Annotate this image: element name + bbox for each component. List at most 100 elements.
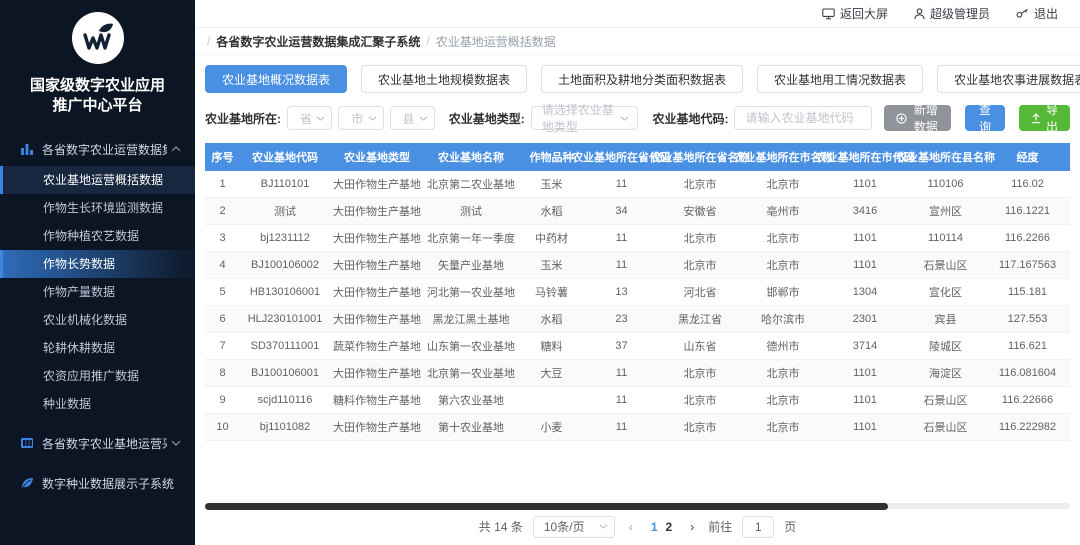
table-cell: 北京市 — [742, 171, 824, 198]
sidebar-item-6[interactable]: 轮耕休耕数据 — [0, 334, 195, 362]
chevron-down-icon — [368, 116, 377, 121]
table-cell: 116.02 — [985, 171, 1070, 198]
table-cell: 23 — [585, 306, 658, 333]
table-cell: 11 — [585, 414, 658, 441]
table-cell: 1101 — [824, 387, 906, 414]
column-header: 农业基地所在市名称 — [742, 143, 824, 171]
table-row[interactable]: 1BJ110101大田作物生产基地北京第二农业基地玉米11北京市北京市11011… — [205, 171, 1070, 198]
query-button[interactable]: 查询 — [965, 105, 1005, 131]
table-cell: BJ110101 — [240, 171, 330, 198]
table-row[interactable]: 8BJ100106001大田作物生产基地北京第一农业基地大豆11北京市北京市11… — [205, 360, 1070, 387]
logout-label: 退出 — [1034, 5, 1058, 22]
logout-link[interactable]: 退出 — [1016, 5, 1058, 22]
sidebar-item-7[interactable]: 农资应用推广数据 — [0, 362, 195, 390]
sidebar-group-collection-subsystem[interactable]: 各省数字农业基地运营采集子系统 — [0, 426, 195, 460]
app-logo — [72, 12, 124, 64]
prev-page-button[interactable]: ‹ — [625, 520, 637, 534]
column-header: 经度 — [985, 143, 1070, 171]
tab-4[interactable]: 农业基地农事进展数据表 — [937, 65, 1080, 93]
column-header: 农业基地所在县名称 — [906, 143, 985, 171]
chevron-down-icon — [599, 524, 608, 529]
table-cell: 大田作物生产基地 — [330, 198, 424, 225]
table-row[interactable]: 6HLJ230101001大田作物生产基地黑龙江黑土基地水稻23黑龙江省哈尔滨市… — [205, 306, 1070, 333]
city-select[interactable]: 市 — [338, 106, 383, 130]
table-cell: 马铃薯 — [518, 279, 585, 306]
next-page-button[interactable]: › — [686, 520, 698, 534]
horizontal-scrollbar-track[interactable] — [205, 503, 1070, 509]
table-row[interactable]: 4BJ100106002大田作物生产基地矢量产业基地玉米11北京市北京市1101… — [205, 252, 1070, 279]
table-row[interactable]: 10bj1101082大田作物生产基地第十农业基地小麦11北京市北京市1101石… — [205, 414, 1070, 441]
column-header: 农业基地所在省名称 — [658, 143, 742, 171]
table-cell: 11 — [585, 225, 658, 252]
sidebar-group-integration-subsystem[interactable]: 各省数字农业运营数据集成汇聚子系统 — [0, 132, 195, 166]
column-header: 农业基地代码 — [240, 143, 330, 171]
goto-suffix: 页 — [784, 518, 796, 535]
province-select[interactable]: 省 — [287, 106, 332, 130]
table-cell: HLJ230101001 — [240, 306, 330, 333]
sidebar-item-5[interactable]: 农业机械化数据 — [0, 306, 195, 334]
chevron-down-icon — [316, 116, 325, 121]
sidebar-item-8[interactable]: 种业数据 — [0, 390, 195, 418]
table-cell: 北京市 — [658, 225, 742, 252]
platform-title-line1: 国家级数字农业应用 — [0, 76, 195, 96]
table-row[interactable]: 7SD370111001蔬菜作物生产基地山东第一农业基地糖料37山东省德州市37… — [205, 333, 1070, 360]
sidebar-item-2[interactable]: 作物种植农艺数据 — [0, 222, 195, 250]
table-cell: 山东第一农业基地 — [424, 333, 518, 360]
city-select-placeholder: 市 — [351, 110, 363, 127]
table-cell: 河北省 — [658, 279, 742, 306]
table-cell: 1101 — [824, 252, 906, 279]
table-row[interactable]: 2测试大田作物生产基地测试水稻34安徽省亳州市3416宣州区116.1221 — [205, 198, 1070, 225]
sidebar-item-4[interactable]: 作物产量数据 — [0, 278, 195, 306]
county-select-placeholder: 县 — [403, 110, 415, 127]
sidebar-item-0[interactable]: 农业基地运营概括数据 — [0, 166, 195, 194]
county-select[interactable]: 县 — [390, 106, 435, 130]
table-cell: 115.181 — [985, 279, 1070, 306]
table-row[interactable]: 9scjd110116糖料作物生产基地第六农业基地11北京市北京市1101石景山… — [205, 387, 1070, 414]
table-cell: 6 — [205, 306, 240, 333]
filter-bar: 农业基地所在: 省 市 县 农业基地类型: 请选择农业基地类型 — [205, 105, 1070, 131]
table-cell: 3714 — [824, 333, 906, 360]
base-code-input[interactable] — [734, 106, 872, 130]
sidebar-item-1[interactable]: 作物生长环境监测数据 — [0, 194, 195, 222]
table-cell: 哈尔滨市 — [742, 306, 824, 333]
table-row[interactable]: 5HB130106001大田作物生产基地河北第一农业基地马铃薯13河北省邯郸市1… — [205, 279, 1070, 306]
table-row[interactable]: 3bj1231112大田作物生产基地北京第一年一季度中药材11北京市北京市110… — [205, 225, 1070, 252]
tab-2[interactable]: 土地面积及耕地分类面积数据表 — [541, 65, 743, 93]
page-size-value: 10条/页 — [544, 518, 585, 535]
horizontal-scrollbar-thumb[interactable] — [205, 503, 888, 510]
sidebar-item-3[interactable]: 作物长势数据 — [0, 250, 195, 278]
table-cell: 北京市 — [742, 414, 824, 441]
page-number-1[interactable]: 1 — [647, 520, 662, 534]
app-window: 国家级数字农业应用 推广中心平台 各省数字农业运营数据集成汇聚子系统 农业基地运… — [0, 0, 1080, 545]
base-type-select[interactable]: 请选择农业基地类型 — [531, 106, 639, 130]
add-data-button[interactable]: 新增数据 — [884, 105, 951, 131]
platform-title: 国家级数字农业应用 推广中心平台 — [0, 76, 195, 116]
table-cell: 10 — [205, 414, 240, 441]
table-cell: 116.081604 — [985, 360, 1070, 387]
page-number-2[interactable]: 2 — [662, 520, 677, 534]
table-cell: 7 — [205, 333, 240, 360]
tab-bar: 农业基地概况数据表农业基地土地规模数据表土地面积及耕地分类面积数据表农业基地用工… — [205, 65, 1070, 93]
table-cell — [518, 387, 585, 414]
table-cell: 大田作物生产基地 — [330, 252, 424, 279]
back-big-screen-link[interactable]: 返回大屏 — [822, 5, 888, 22]
logo-wrap — [0, 12, 195, 64]
page-size-select[interactable]: 10条/页 — [533, 516, 615, 538]
tab-1[interactable]: 农业基地土地规模数据表 — [361, 65, 527, 93]
table-cell: 1101 — [824, 360, 906, 387]
tab-3[interactable]: 农业基地用工情况数据表 — [757, 65, 923, 93]
goto-page-input[interactable] — [742, 516, 774, 538]
current-user[interactable]: 超级管理员 — [914, 5, 990, 22]
table-cell: 117.167563 — [985, 252, 1070, 279]
table-cell: 13 — [585, 279, 658, 306]
export-button[interactable]: 导出 — [1019, 105, 1070, 131]
breadcrumb-system[interactable]: 各省数字农业运营数据集成汇聚子系统 — [216, 33, 420, 50]
table-cell: bj1231112 — [240, 225, 330, 252]
table-cell: 测试 — [424, 198, 518, 225]
sidebar-group-seed-display-subsystem[interactable]: 数字种业数据展示子系统 — [0, 466, 195, 500]
table-cell: 116.22666 — [985, 387, 1070, 414]
table-cell: 11 — [585, 171, 658, 198]
table-cell: 1 — [205, 171, 240, 198]
tab-0[interactable]: 农业基地概况数据表 — [205, 65, 347, 93]
goto-label: 前往 — [708, 518, 732, 535]
